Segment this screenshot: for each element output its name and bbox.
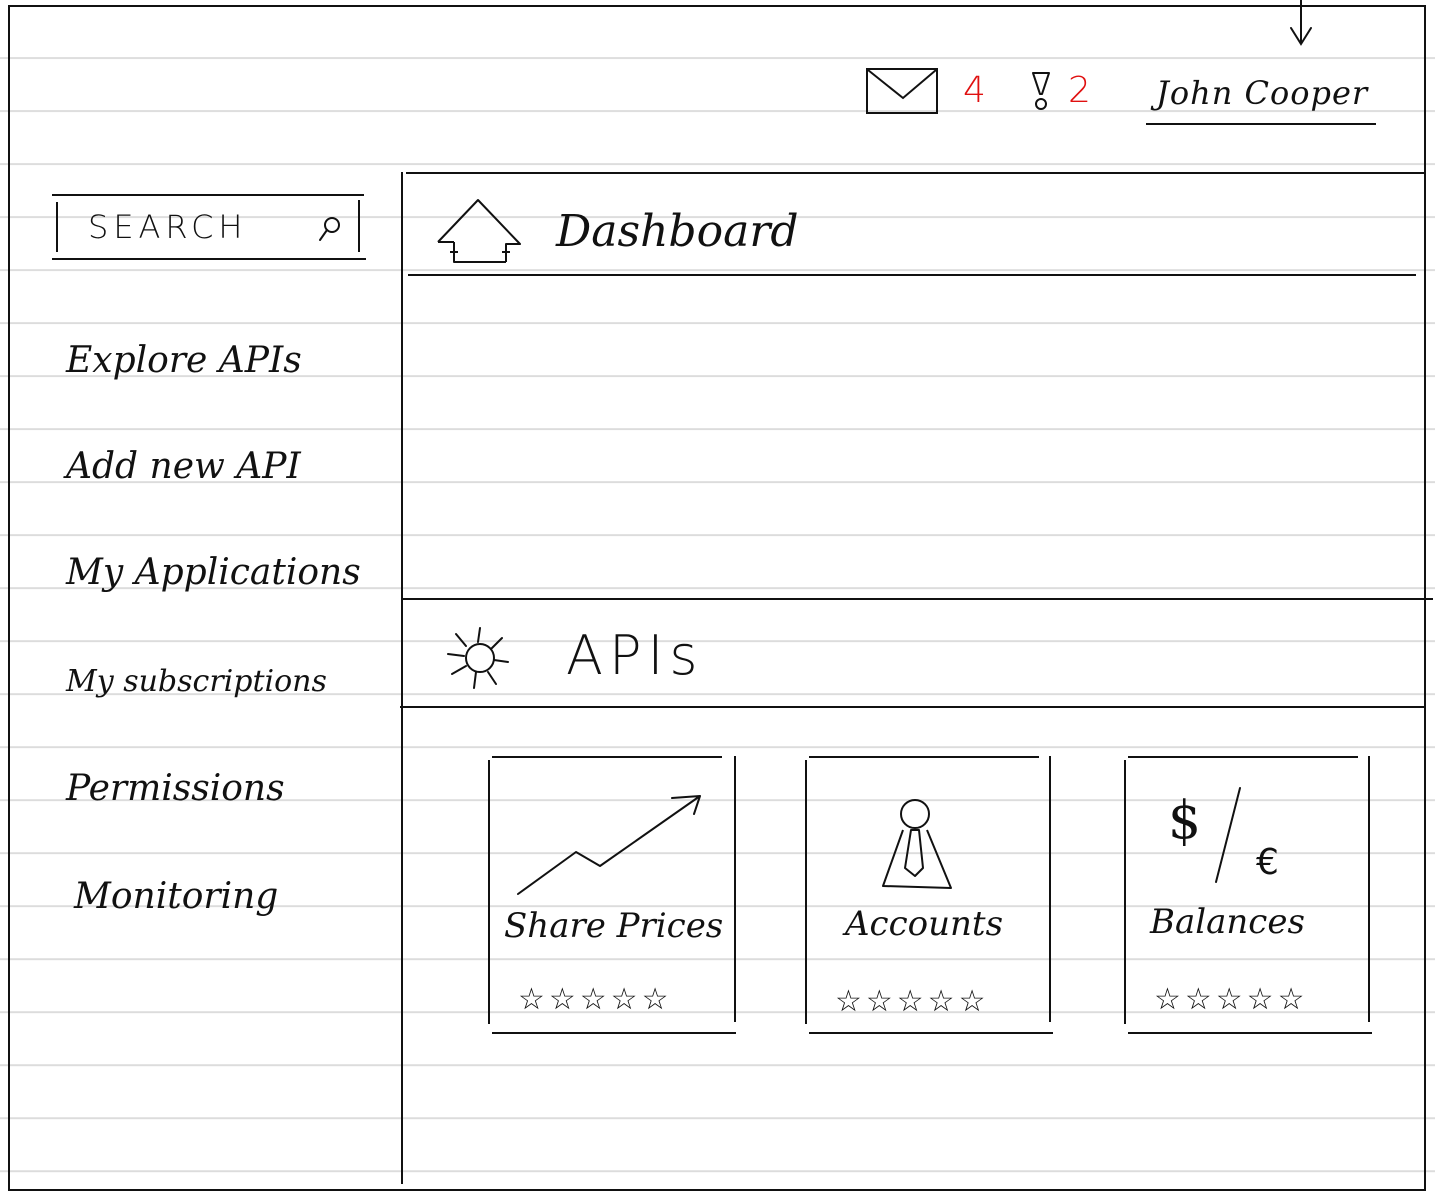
apis-header-divider <box>400 706 1426 708</box>
sidebar-item-my-subscriptions[interactable]: My subscriptions <box>66 664 327 699</box>
apis-sun-icon <box>444 624 512 694</box>
sidebar-item-monitoring[interactable]: Monitoring <box>74 876 278 917</box>
user-name-link[interactable]: John Cooper <box>1156 74 1368 112</box>
sidebar-item-my-applications[interactable]: My Applications <box>66 552 361 593</box>
dollar-euro-icon: $ € <box>1168 787 1279 883</box>
sidebar-item-permissions[interactable]: Permissions <box>66 768 285 809</box>
api-card-accounts[interactable]: Accounts ☆☆☆☆☆ <box>805 756 1055 1036</box>
top-scroll-arrow[interactable] <box>1288 0 1314 48</box>
sidebar-divider <box>401 172 403 1184</box>
apis-title: APIs <box>566 624 704 687</box>
search-icon[interactable] <box>316 214 344 244</box>
api-card-balances[interactable]: $ € Balances ☆☆☆☆☆ <box>1124 756 1374 1036</box>
user-name-underline <box>1146 123 1376 125</box>
alerts-count-badge[interactable]: 2 <box>1068 70 1091 111</box>
search-placeholder: SEARCH <box>88 208 248 246</box>
trend-chart-icon <box>517 795 701 895</box>
dashboard-header-divider <box>408 274 1416 276</box>
apis-top-border <box>403 598 1433 600</box>
sidebar-item-add-new-api[interactable]: Add new API <box>66 446 301 487</box>
rating-stars[interactable]: ☆☆☆☆☆ <box>518 982 672 1017</box>
api-card-label: Balances <box>1150 902 1305 942</box>
messages-icon[interactable] <box>866 68 938 114</box>
frame-bottom-border <box>8 1189 1426 1191</box>
svg-text:$: $ <box>1168 791 1201 851</box>
rating-stars[interactable]: ☆☆☆☆☆ <box>1154 982 1308 1017</box>
person-tie-icon <box>882 799 952 889</box>
api-card-label: Share Prices <box>504 906 724 946</box>
sidebar-item-explore-apis[interactable]: Explore APIs <box>66 340 302 381</box>
alert-icon[interactable] <box>1030 70 1052 112</box>
rating-stars[interactable]: ☆☆☆☆☆ <box>835 984 989 1019</box>
api-card-label: Accounts <box>845 904 1004 944</box>
frame-top-border <box>8 5 1426 7</box>
svg-text:€: € <box>1256 842 1279 883</box>
frame-left-border <box>8 5 10 1190</box>
home-icon[interactable] <box>436 196 524 266</box>
dashboard-top-border <box>406 172 1424 174</box>
api-card-share-prices[interactable]: Share Prices ☆☆☆☆☆ <box>488 756 738 1036</box>
dashboard-title: Dashboard <box>556 206 799 257</box>
messages-count-badge[interactable]: 4 <box>963 70 986 111</box>
